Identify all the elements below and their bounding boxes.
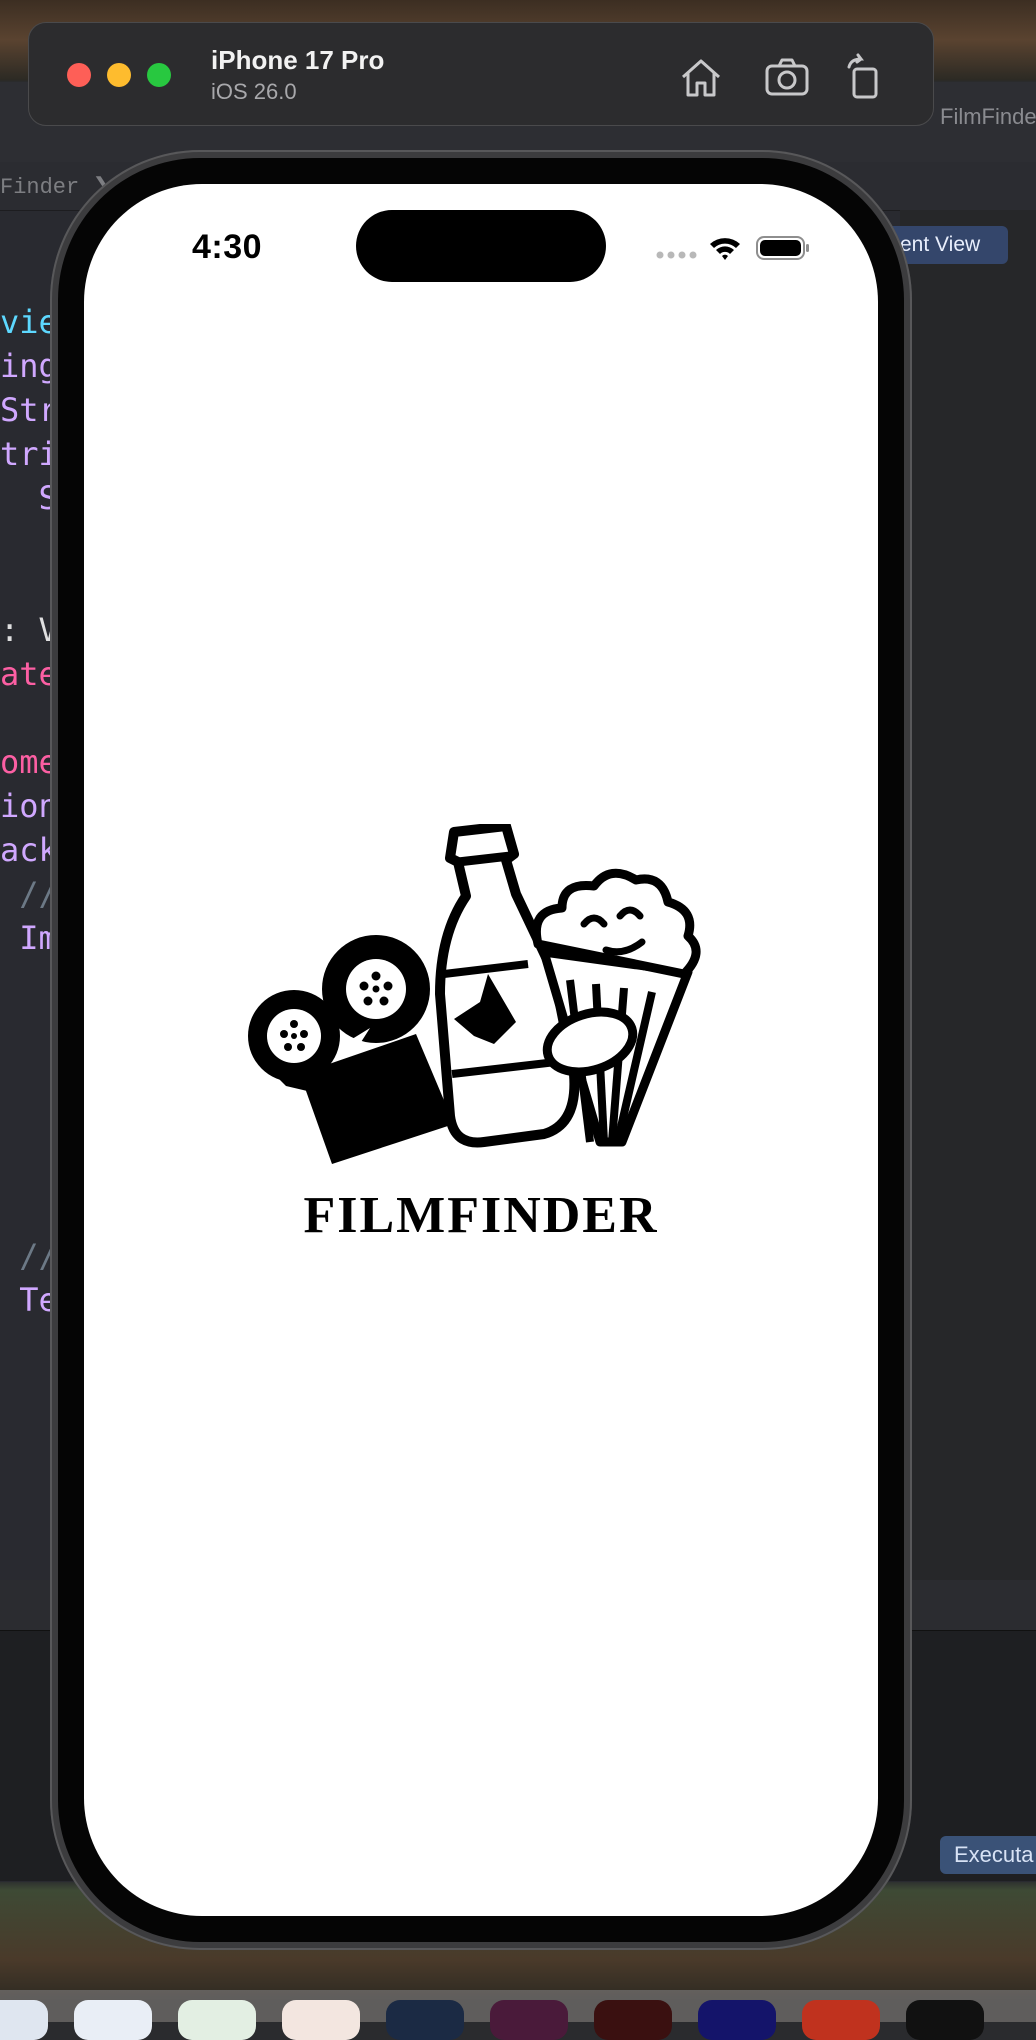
wifi-icon	[710, 238, 740, 260]
dock-app-icon[interactable]	[802, 2000, 880, 2040]
executable-label[interactable]: Executa	[940, 1836, 1036, 1874]
dock-app-icon[interactable]	[178, 2000, 256, 2040]
dynamic-island	[356, 210, 606, 282]
dock-app-icon[interactable]	[906, 2000, 984, 2040]
zoom-window-button[interactable]	[147, 63, 171, 87]
app-screen[interactable]: 4:30 FILMFINDER	[84, 184, 878, 1916]
dock-app-icon[interactable]	[386, 2000, 464, 2040]
dock-app-icon[interactable]	[74, 2000, 152, 2040]
simulator-title-bar[interactable]: iPhone 17 Pro iOS 26.0	[28, 22, 934, 126]
screenshot-icon[interactable]	[763, 53, 811, 101]
dock-app-icon[interactable]	[698, 2000, 776, 2040]
battery-icon	[756, 236, 809, 260]
app-brand-title: FILMFINDER	[303, 1187, 659, 1244]
dock-app-icon[interactable]	[490, 2000, 568, 2040]
rotate-icon[interactable]	[841, 53, 889, 101]
dock-app-icon[interactable]	[0, 2000, 48, 2040]
home-icon[interactable]	[677, 53, 725, 101]
cellular-signal-icon	[656, 251, 697, 259]
os-version: iOS 26.0	[211, 79, 297, 104]
xcode-scheme-title[interactable]: FilmFinde	[940, 104, 1036, 130]
device-name: iPhone 17 Pro	[211, 45, 385, 75]
dock-app-icon[interactable]	[282, 2000, 360, 2040]
xcode-canvas-panel	[900, 210, 1036, 1630]
dock-app-icon[interactable]	[594, 2000, 672, 2040]
film-camera-bottle-popcorn-logo	[248, 824, 701, 1164]
close-window-button[interactable]	[67, 63, 91, 87]
status-bar-time: 4:30	[192, 228, 263, 266]
minimize-window-button[interactable]	[107, 63, 131, 87]
